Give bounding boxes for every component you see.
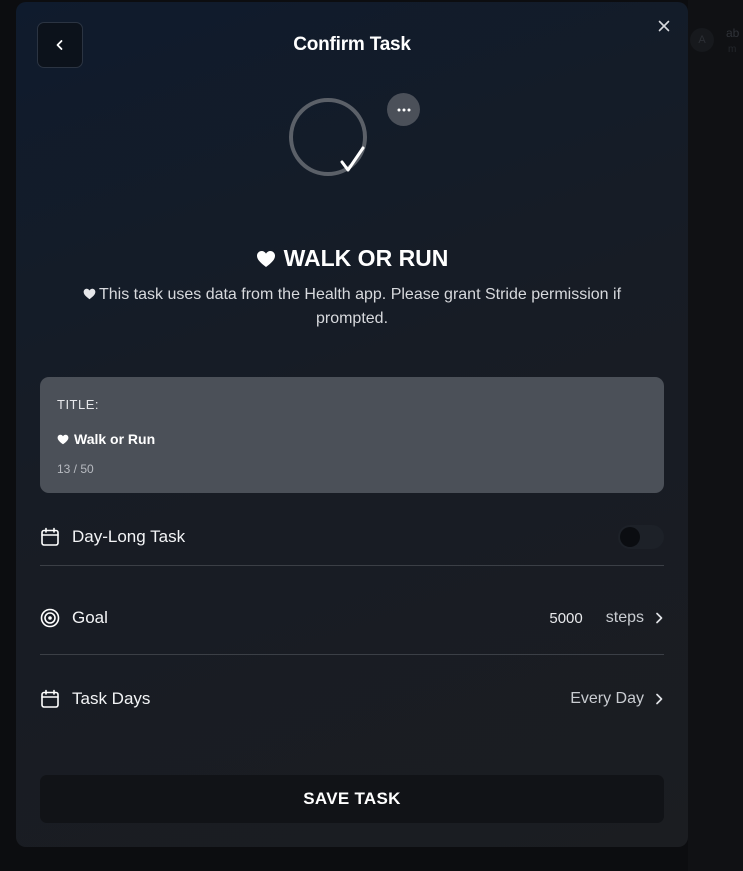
modal-title: Confirm Task — [293, 34, 411, 55]
toggle-knob — [620, 527, 640, 547]
goal-label: Goal — [72, 608, 108, 627]
title-field-value[interactable]: Walk or Run — [57, 431, 155, 447]
goal-unit: steps — [605, 609, 644, 626]
task-days-row[interactable]: Task Days Every Day — [40, 679, 664, 719]
goal-row[interactable]: Goal 5000 steps — [40, 598, 664, 638]
calendar-icon — [40, 689, 60, 709]
heart-icon — [57, 434, 69, 444]
more-options-button[interactable] — [387, 93, 420, 126]
task-heading: WALK OR RUN — [16, 245, 688, 272]
save-task-button[interactable]: SAVE TASK — [40, 775, 664, 823]
title-field-text: Walk or Run — [74, 431, 156, 447]
chevron-right-icon — [656, 612, 663, 624]
task-days-value: Every Day — [570, 690, 644, 707]
ellipsis-icon — [397, 108, 410, 111]
day-long-task-label: Day-Long Task — [72, 527, 186, 546]
task-description-text: This task uses data from the Health app.… — [98, 286, 622, 327]
title-field[interactable]: TITLE: Walk or Run 13 / 50 — [40, 377, 664, 493]
title-field-label: TITLE: — [57, 397, 100, 412]
divider — [40, 565, 664, 566]
task-heading-text: WALK OR RUN — [283, 245, 449, 271]
background-subtext: m — [728, 44, 737, 55]
close-icon — [658, 20, 670, 32]
divider — [40, 654, 664, 655]
goal-value[interactable]: 5000 — [549, 610, 582, 627]
task-description: This task uses data from the Health app.… — [76, 283, 628, 331]
progress-ring-icon — [289, 98, 367, 176]
background-text: ab — [726, 26, 740, 40]
task-days-label: Task Days — [72, 689, 151, 708]
calendar-icon — [40, 527, 60, 547]
heart-icon — [83, 288, 96, 300]
title-char-counter: 13 / 50 — [57, 462, 94, 476]
heart-icon — [256, 250, 275, 267]
day-long-task-row: Day-Long Task — [40, 517, 664, 557]
day-long-toggle[interactable] — [618, 525, 664, 549]
close-button[interactable] — [654, 16, 674, 36]
background-avatar: A — [690, 28, 714, 52]
target-icon — [40, 608, 60, 628]
confirm-task-modal: Confirm Task WALK OR RUN This task uses … — [16, 2, 688, 847]
background-page — [688, 0, 743, 871]
chevron-right-icon — [656, 693, 663, 705]
